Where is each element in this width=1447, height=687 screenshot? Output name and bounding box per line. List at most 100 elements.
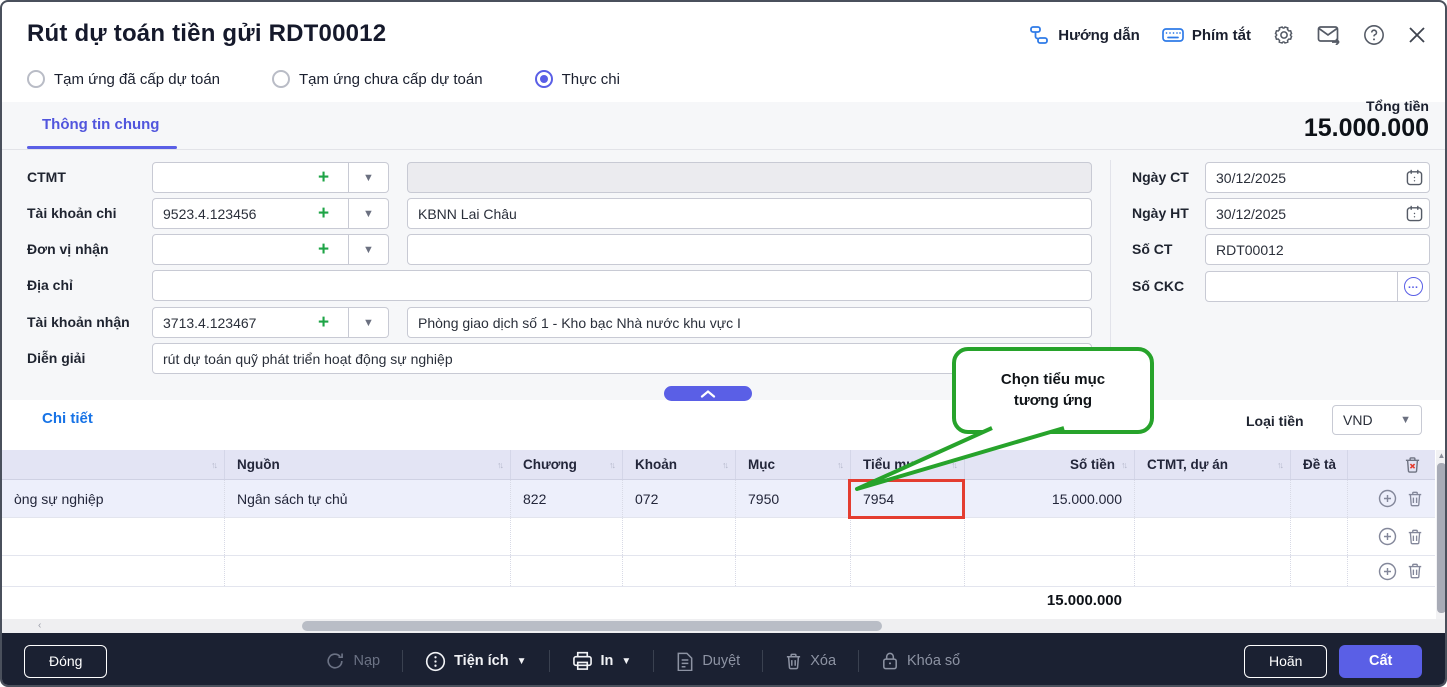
chevron-up-icon [700,390,716,398]
tab-general-info[interactable]: Thông tin chung [42,116,159,133]
sort-icon[interactable]: ↑↓ [497,460,502,470]
col-header-khoan[interactable]: Khoản↑↓ [622,450,735,479]
receiver-unit-name-field[interactable] [407,234,1092,265]
detail-section-title: Chi tiết [42,410,93,427]
currency-label: Loại tiền [1246,413,1304,429]
delete-row-icon[interactable] [1407,562,1423,580]
sort-icon[interactable]: ↑↓ [1121,460,1126,470]
description-input[interactable] [152,343,1092,374]
scrollbar-thumb[interactable] [1437,463,1446,613]
trash-icon [785,652,802,671]
date-ht-label: Ngày HT [1132,198,1189,229]
col-header-de-tai[interactable]: Đề tà [1290,450,1347,479]
settings-icon[interactable] [1273,24,1295,46]
keyboard-icon [1162,27,1184,43]
add-row-icon[interactable] [1378,489,1397,508]
table-row[interactable] [2,518,1435,556]
currency-value: VND [1343,412,1373,428]
currency-select[interactable]: VND ▼ [1332,405,1422,435]
print-button[interactable]: In ▼ [572,651,632,671]
ctmt-dropdown-button[interactable]: ▼ [349,162,389,193]
utilities-button[interactable]: Tiện ích ▼ [425,651,526,672]
date-ht-input[interactable] [1205,198,1430,229]
date-ht-calendar-icon[interactable] [1406,205,1423,227]
document-icon [676,651,694,671]
form-divider [1110,160,1111,374]
ckc-lookup-button[interactable]: … [1397,271,1430,302]
add-row-icon[interactable] [1378,562,1397,581]
approve-button[interactable]: Duyệt [676,651,740,671]
scroll-left-icon[interactable]: ‹ [38,619,41,633]
titlebar-tools: Hướng dẫn Phím tắt [1030,24,1427,46]
delete-button[interactable]: Xóa [785,652,836,671]
receiver-unit-dropdown-button[interactable]: ▼ [349,234,389,265]
address-input[interactable] [152,270,1092,301]
reload-button[interactable]: Nạp [325,651,380,671]
ckc-no-input[interactable] [1205,271,1398,302]
guide-link[interactable]: Hướng dẫn [1030,26,1140,44]
scrollbar-thumb[interactable] [302,621,882,631]
account-in-name-field[interactable] [407,307,1092,338]
ctmt-label: CTMT [27,162,66,193]
date-ct-calendar-icon[interactable] [1406,169,1423,191]
sort-icon[interactable]: ↑↓ [211,460,216,470]
lock-icon [881,651,899,671]
table-horizontal-scrollbar[interactable]: ‹ [2,619,1447,633]
address-label: Địa chỉ [27,270,73,301]
account-out-dropdown-button[interactable]: ▼ [349,198,389,229]
toolbar-separator [762,650,763,672]
receiver-unit-add-icon[interactable]: + [318,234,329,265]
account-out-label: Tài khoản chi [27,198,116,229]
col-header-nguon[interactable]: Nguồn↑↓ [224,450,510,479]
mail-icon[interactable] [1317,25,1341,45]
delete-row-icon[interactable] [1407,490,1423,508]
print-icon [572,651,593,671]
col-header-ctmt-du-an[interactable]: CTMT, dự án↑↓ [1134,450,1290,479]
postpone-button[interactable]: Hoãn [1244,645,1327,678]
shortcut-link[interactable]: Phím tắt [1162,27,1251,44]
voucher-type-0[interactable]: Tạm ứng đã cấp dự toán [27,70,220,88]
sort-icon[interactable]: ↑↓ [609,460,614,470]
ckc-no-label: Số CKC [1132,271,1184,302]
table-vertical-scrollbar[interactable]: ▲ [1436,450,1447,619]
guide-icon [1030,26,1050,44]
delete-row-icon[interactable] [1407,528,1423,546]
delete-all-rows-icon[interactable] [1404,456,1421,474]
withdraw-estimate-window: Rút dự toán tiền gửi RDT00012 Hướng dẫn … [0,0,1447,687]
col-header-description[interactable]: ↑↓ [2,450,224,479]
account-in-dropdown-button[interactable]: ▼ [349,307,389,338]
account-out-name-field[interactable] [407,198,1092,229]
collapse-panel-button[interactable] [664,386,752,401]
radio-icon [272,70,290,88]
col-header-chuong[interactable]: Chương↑↓ [510,450,622,479]
close-icon[interactable] [1407,25,1427,45]
sort-icon[interactable]: ↑↓ [722,460,727,470]
sort-icon[interactable]: ↑↓ [1277,460,1282,470]
receiver-unit-label: Đơn vị nhận [27,234,109,265]
table-row[interactable]: òng sự nghiệp Ngân sách tự chủ 822 072 7… [2,480,1435,518]
voucher-type-1[interactable]: Tạm ứng chưa cấp dự toán [272,70,483,88]
account-in-add-icon[interactable]: + [318,307,329,338]
refresh-icon [325,651,345,671]
ctmt-add-icon[interactable]: + [318,162,329,193]
total-amount-value: 15.000.000 [1304,114,1429,143]
date-ct-input[interactable] [1205,162,1430,193]
save-button[interactable]: Cất [1339,645,1422,678]
table-header-row: ↑↓ Nguồn↑↓ Chương↑↓ Khoản↑↓ Mục↑↓ Tiểu m… [2,450,1435,480]
callout-arrow [832,410,1072,500]
detail-table: ↑↓ Nguồn↑↓ Chương↑↓ Khoản↑↓ Mục↑↓ Tiểu m… [2,450,1435,587]
description-label: Diễn giải [27,343,85,374]
add-row-icon[interactable] [1378,527,1397,546]
footer-toolbar: Đóng Nạp Tiện ích ▼ In ▼ Duyệt Xóa [2,633,1447,687]
radio-icon [27,70,45,88]
account-out-add-icon[interactable]: + [318,198,329,229]
lock-book-button[interactable]: Khóa sổ [881,651,960,671]
close-button[interactable]: Đóng [24,645,107,678]
date-ct-label: Ngày CT [1132,162,1189,193]
help-icon[interactable] [1363,24,1385,46]
doc-no-input[interactable] [1205,234,1430,265]
account-in-label: Tài khoản nhận [27,307,130,338]
table-row[interactable] [2,556,1435,587]
voucher-type-2[interactable]: Thực chi [535,70,620,88]
scroll-up-icon[interactable]: ▲ [1436,451,1447,460]
